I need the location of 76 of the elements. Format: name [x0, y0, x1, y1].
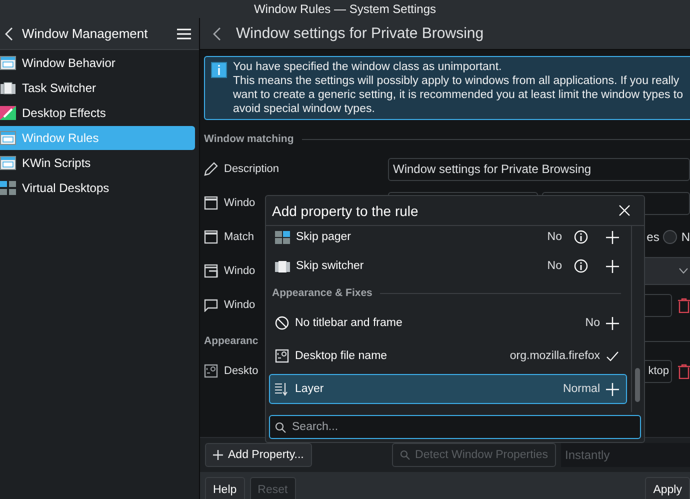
sidebar-item[interactable]: Virtual Desktops	[0, 176, 195, 200]
desktop-file-icon	[275, 349, 289, 363]
info-icon[interactable]	[574, 230, 588, 244]
window-icon	[204, 196, 218, 210]
search-icon	[275, 422, 286, 433]
sidebar-title: Window Management	[22, 26, 149, 41]
speech-bubble-icon	[204, 298, 218, 312]
trash-icon[interactable]	[678, 364, 690, 378]
layers-arrows-icon	[275, 382, 289, 396]
window-icon	[0, 56, 16, 70]
footer-button[interactable]: Apply	[645, 477, 690, 499]
sidebar-item[interactable]: Window Behavior	[0, 51, 195, 75]
search-icon	[400, 450, 410, 460]
page-title: Window settings for Private Browsing	[236, 25, 484, 42]
dialog-title: Add property to the rule	[272, 202, 418, 218]
search-field[interactable]: Search...	[269, 415, 641, 439]
stacked-windows-icon	[275, 260, 290, 272]
sidebar-item[interactable]: Desktop Effects	[0, 101, 195, 125]
desktop-file-icon	[204, 364, 218, 378]
window-icon	[204, 230, 218, 244]
property-value: org.mozilla.firefox	[510, 350, 600, 362]
forbidden-icon	[275, 316, 289, 330]
section-heading: Appearance & Fixes	[272, 287, 372, 299]
property-value: No	[547, 231, 562, 243]
property-name: Skip switcher	[296, 260, 365, 272]
stacked-windows-icon	[0, 81, 16, 95]
description-field[interactable]: Window settings for Private Browsing	[388, 158, 690, 180]
info-text: This means the settings will possibly apply to windows from all applications. If you really want to create a generic setting, it is recommended you at least limit the window types to avoid special window types.	[233, 74, 684, 116]
plus-icon	[213, 450, 223, 460]
chevron-down-icon	[679, 268, 688, 274]
plus-icon[interactable]	[606, 382, 619, 396]
sidebar-item[interactable]: Task Switcher	[0, 76, 195, 100]
info-icon[interactable]	[574, 259, 588, 273]
sidebar-item[interactable]: KWin Scripts	[0, 151, 195, 175]
trash-icon[interactable]	[678, 298, 690, 312]
desktops-grid-icon	[0, 181, 16, 195]
info-text: You have specified the window class as unimportant.	[233, 60, 503, 74]
property-name: Skip pager	[296, 231, 352, 243]
property-item[interactable]: Layer Normal	[269, 374, 627, 404]
menu-icon[interactable]	[177, 28, 191, 40]
property-item[interactable]: Skip pager No	[269, 226, 627, 248]
plus-icon[interactable]	[606, 230, 619, 244]
plus-icon[interactable]	[606, 260, 619, 272]
desktops-grid-icon	[275, 230, 290, 244]
field-label: Description	[224, 163, 280, 175]
section-heading: Window matching	[204, 133, 294, 145]
footer-button[interactable]: Help	[205, 477, 245, 499]
radio-label[interactable]: N	[681, 230, 690, 244]
property-item[interactable]: No titlebar and frame No	[269, 308, 627, 338]
field-label: Windo	[224, 299, 256, 311]
window-icon	[0, 131, 16, 145]
pencil-icon	[204, 162, 218, 176]
close-icon[interactable]	[619, 205, 630, 216]
section-heading: Appearanc	[204, 335, 258, 347]
info-icon	[211, 62, 227, 78]
property-name: Layer	[295, 383, 325, 395]
property-item[interactable]: Skip switcher No	[269, 251, 627, 281]
window-title: Window Rules — System Settings	[254, 2, 436, 16]
property-name: No titlebar and frame	[295, 317, 404, 329]
effects-icon	[0, 106, 16, 120]
property-value: No	[585, 317, 600, 329]
field-label: Deskto	[224, 365, 258, 377]
back-icon[interactable]	[212, 26, 222, 40]
property-name: Desktop file name	[295, 350, 388, 362]
radio-label[interactable]: es	[646, 230, 660, 244]
window-icon	[204, 264, 218, 278]
window-icon	[0, 156, 16, 170]
scrollbar-thumb[interactable]	[635, 368, 640, 402]
field-label: Match	[224, 231, 254, 243]
plus-icon[interactable]	[606, 316, 619, 330]
field-label: Windo	[224, 265, 256, 277]
property-value: No	[547, 260, 562, 272]
radio-button[interactable]	[663, 230, 678, 244]
property-value: Normal	[562, 383, 600, 395]
field-label: Windo	[224, 197, 256, 209]
add-property-button[interactable]: Add Property...	[205, 443, 312, 467]
